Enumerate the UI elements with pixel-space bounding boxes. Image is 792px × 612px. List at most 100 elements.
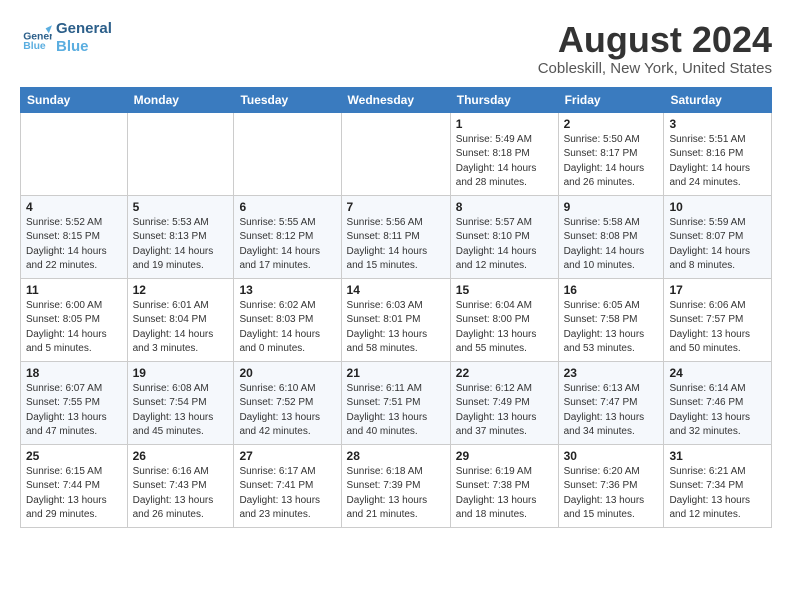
calendar-cell: 13 Sunrise: 6:02 AM Sunset: 8:03 PM Dayli… [234, 278, 341, 361]
day-info: Sunrise: 6:02 AM Sunset: 8:03 PM Dayligh… [239, 299, 335, 357]
calendar-cell: 2 Sunrise: 5:50 AM Sunset: 8:17 PM Daylig… [558, 112, 664, 195]
day-number: 5 [133, 200, 229, 214]
day-info: Sunrise: 5:56 AM Sunset: 8:11 PM Dayligh… [347, 216, 445, 274]
day-info: Sunrise: 6:18 AM Sunset: 7:39 PM Dayligh… [347, 465, 445, 523]
day-info: Sunrise: 6:19 AM Sunset: 7:38 PM Dayligh… [456, 465, 553, 523]
day-number: 1 [456, 117, 553, 131]
day-info: Sunrise: 6:10 AM Sunset: 7:52 PM Dayligh… [239, 382, 335, 440]
day-info: Sunrise: 5:59 AM Sunset: 8:07 PM Dayligh… [669, 216, 766, 274]
weekday-header-saturday: Saturday [664, 87, 772, 112]
weekday-header-thursday: Thursday [450, 87, 558, 112]
calendar-cell: 22 Sunrise: 6:12 AM Sunset: 7:49 PM Dayli… [450, 361, 558, 444]
calendar-cell: 3Sunrise: 5:51 AM Sunset: 8:16 PM Daylig… [664, 112, 772, 195]
svg-text:Blue: Blue [23, 41, 46, 52]
day-info: Sunrise: 6:11 AM Sunset: 7:51 PM Dayligh… [347, 382, 445, 440]
calendar-table: SundayMondayTuesdayWednesdayThursdayFrid… [20, 87, 772, 528]
calendar-cell: 12 Sunrise: 6:01 AM Sunset: 8:04 PM Dayli… [127, 278, 234, 361]
calendar-cell: 21 Sunrise: 6:11 AM Sunset: 7:51 PM Dayli… [341, 361, 450, 444]
calendar-cell: 28 Sunrise: 6:18 AM Sunset: 7:39 PM Dayli… [341, 444, 450, 527]
day-number: 3 [669, 117, 766, 131]
day-info: Sunrise: 5:50 AM Sunset: 8:17 PM Dayligh… [564, 133, 659, 191]
calendar-cell: 16Sunrise: 6:05 AM Sunset: 7:58 PM Dayli… [558, 278, 664, 361]
calendar-week-row: 25Sunrise: 6:15 AM Sunset: 7:44 PM Dayli… [21, 444, 772, 527]
calendar-cell [21, 112, 128, 195]
calendar-cell: 30 Sunrise: 6:20 AM Sunset: 7:36 PM Dayli… [558, 444, 664, 527]
calendar-cell: 20 Sunrise: 6:10 AM Sunset: 7:52 PM Dayli… [234, 361, 341, 444]
calendar-cell: 5 Sunrise: 5:53 AM Sunset: 8:13 PM Daylig… [127, 195, 234, 278]
day-number: 25 [26, 449, 122, 463]
day-number: 4 [26, 200, 122, 214]
logo-text-line1: General [56, 20, 112, 38]
calendar-week-row: 1 Sunrise: 5:49 AM Sunset: 8:18 PM Daylig… [21, 112, 772, 195]
day-info: Sunrise: 6:01 AM Sunset: 8:04 PM Dayligh… [133, 299, 229, 357]
calendar-week-row: 4 Sunrise: 5:52 AM Sunset: 8:15 PM Daylig… [21, 195, 772, 278]
calendar-cell: 7 Sunrise: 5:56 AM Sunset: 8:11 PM Daylig… [341, 195, 450, 278]
title-block: August 2024 Cobleskill, New York, United… [538, 20, 772, 77]
weekday-header-monday: Monday [127, 87, 234, 112]
calendar-cell: 31Sunrise: 6:21 AM Sunset: 7:34 PM Dayli… [664, 444, 772, 527]
location: Cobleskill, New York, United States [538, 60, 772, 77]
day-number: 12 [133, 283, 229, 297]
day-number: 13 [239, 283, 335, 297]
logo-text-line2: Blue [56, 38, 112, 56]
day-number: 30 [564, 449, 659, 463]
day-number: 18 [26, 366, 122, 380]
day-info: Sunrise: 6:03 AM Sunset: 8:01 PM Dayligh… [347, 299, 445, 357]
day-number: 23 [564, 366, 659, 380]
day-info: Sunrise: 6:07 AM Sunset: 7:55 PM Dayligh… [26, 382, 122, 440]
day-info: Sunrise: 5:52 AM Sunset: 8:15 PM Dayligh… [26, 216, 122, 274]
day-number: 15 [456, 283, 553, 297]
day-number: 14 [347, 283, 445, 297]
day-info: Sunrise: 6:00 AM Sunset: 8:05 PM Dayligh… [26, 299, 122, 357]
calendar-cell: 27Sunrise: 6:17 AM Sunset: 7:41 PM Dayli… [234, 444, 341, 527]
day-info: Sunrise: 6:16 AM Sunset: 7:43 PM Dayligh… [133, 465, 229, 523]
calendar-cell: 1 Sunrise: 5:49 AM Sunset: 8:18 PM Daylig… [450, 112, 558, 195]
day-info: Sunrise: 6:06 AM Sunset: 7:57 PM Dayligh… [669, 299, 766, 357]
calendar-cell: 24Sunrise: 6:14 AM Sunset: 7:46 PM Dayli… [664, 361, 772, 444]
day-number: 21 [347, 366, 445, 380]
weekday-header-tuesday: Tuesday [234, 87, 341, 112]
calendar-cell: 29Sunrise: 6:19 AM Sunset: 7:38 PM Dayli… [450, 444, 558, 527]
calendar-cell: 14 Sunrise: 6:03 AM Sunset: 8:01 PM Dayli… [341, 278, 450, 361]
day-number: 8 [456, 200, 553, 214]
day-number: 24 [669, 366, 766, 380]
day-info: Sunrise: 5:53 AM Sunset: 8:13 PM Dayligh… [133, 216, 229, 274]
month-year: August 2024 [538, 20, 772, 60]
weekday-header-sunday: Sunday [21, 87, 128, 112]
day-number: 9 [564, 200, 659, 214]
calendar-cell: 15 Sunrise: 6:04 AM Sunset: 8:00 PM Dayli… [450, 278, 558, 361]
calendar-cell: 25Sunrise: 6:15 AM Sunset: 7:44 PM Dayli… [21, 444, 128, 527]
day-number: 26 [133, 449, 229, 463]
calendar-cell: 26 Sunrise: 6:16 AM Sunset: 7:43 PM Dayli… [127, 444, 234, 527]
day-info: Sunrise: 5:57 AM Sunset: 8:10 PM Dayligh… [456, 216, 553, 274]
day-number: 6 [239, 200, 335, 214]
page: General Blue General Blue August 2024 Co… [0, 0, 792, 538]
day-info: Sunrise: 6:17 AM Sunset: 7:41 PM Dayligh… [239, 465, 335, 523]
calendar-cell: 4 Sunrise: 5:52 AM Sunset: 8:15 PM Daylig… [21, 195, 128, 278]
day-number: 31 [669, 449, 766, 463]
day-info: Sunrise: 6:08 AM Sunset: 7:54 PM Dayligh… [133, 382, 229, 440]
day-number: 19 [133, 366, 229, 380]
logo: General Blue General Blue [20, 20, 112, 56]
day-info: Sunrise: 6:04 AM Sunset: 8:00 PM Dayligh… [456, 299, 553, 357]
calendar-cell [234, 112, 341, 195]
day-info: Sunrise: 5:58 AM Sunset: 8:08 PM Dayligh… [564, 216, 659, 274]
day-info: Sunrise: 5:49 AM Sunset: 8:18 PM Dayligh… [456, 133, 553, 191]
day-info: Sunrise: 6:20 AM Sunset: 7:36 PM Dayligh… [564, 465, 659, 523]
calendar-week-row: 18 Sunrise: 6:07 AM Sunset: 7:55 PM Dayli… [21, 361, 772, 444]
calendar-header-row: SundayMondayTuesdayWednesdayThursdayFrid… [21, 87, 772, 112]
day-info: Sunrise: 6:12 AM Sunset: 7:49 PM Dayligh… [456, 382, 553, 440]
day-number: 7 [347, 200, 445, 214]
calendar-cell: 11Sunrise: 6:00 AM Sunset: 8:05 PM Dayli… [21, 278, 128, 361]
calendar-cell: 6 Sunrise: 5:55 AM Sunset: 8:12 PM Daylig… [234, 195, 341, 278]
day-number: 28 [347, 449, 445, 463]
calendar-cell: 9 Sunrise: 5:58 AM Sunset: 8:08 PM Daylig… [558, 195, 664, 278]
day-number: 22 [456, 366, 553, 380]
day-number: 2 [564, 117, 659, 131]
calendar-cell: 17 Sunrise: 6:06 AM Sunset: 7:57 PM Dayli… [664, 278, 772, 361]
calendar-cell: 8 Sunrise: 5:57 AM Sunset: 8:10 PM Daylig… [450, 195, 558, 278]
day-number: 17 [669, 283, 766, 297]
day-info: Sunrise: 5:55 AM Sunset: 8:12 PM Dayligh… [239, 216, 335, 274]
weekday-header-friday: Friday [558, 87, 664, 112]
day-number: 20 [239, 366, 335, 380]
